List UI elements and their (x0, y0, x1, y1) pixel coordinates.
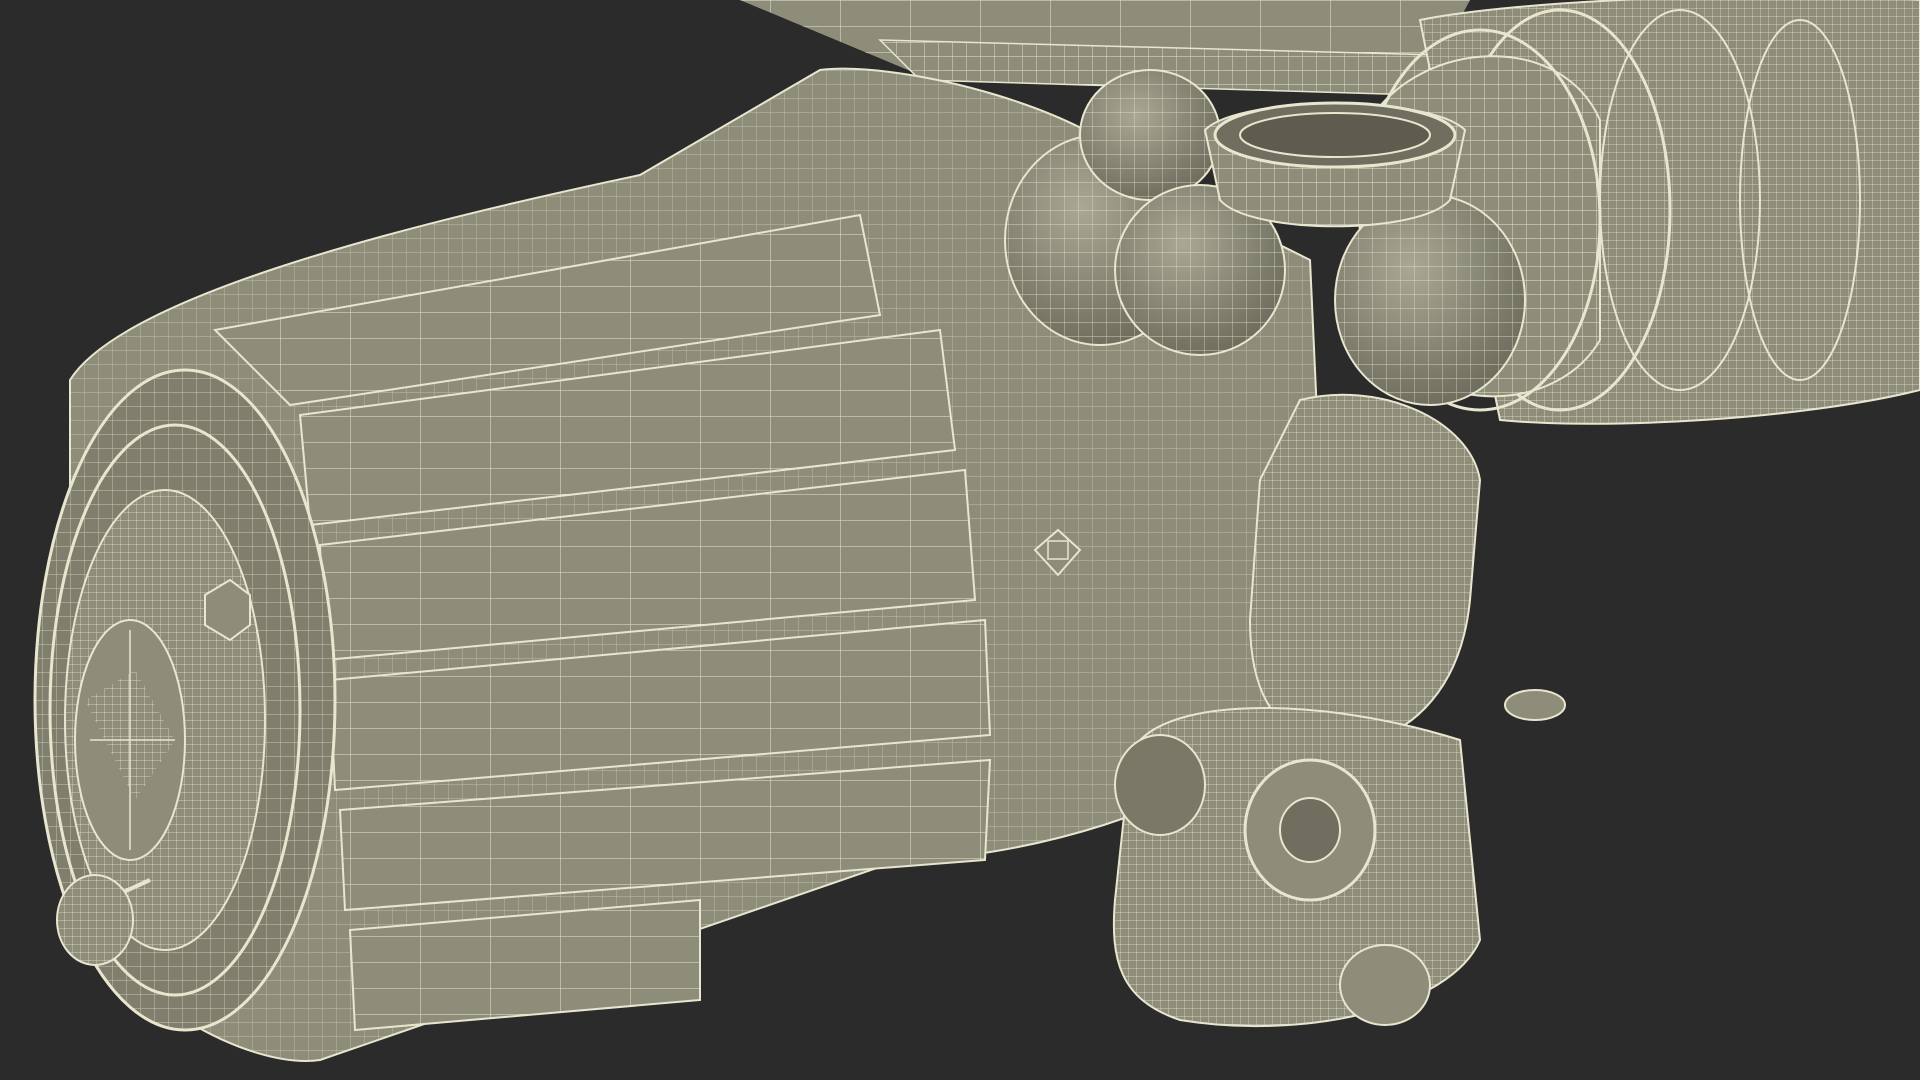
docking-port (1203, 101, 1467, 228)
wireframe-render-viewport (0, 0, 1920, 1080)
spherical-tank-4 (1334, 194, 1526, 406)
docking-cone (74, 619, 186, 861)
small-antenna-dish (1504, 689, 1566, 721)
spherical-tank-2 (1079, 69, 1221, 201)
descent-module (1112, 707, 1482, 1028)
